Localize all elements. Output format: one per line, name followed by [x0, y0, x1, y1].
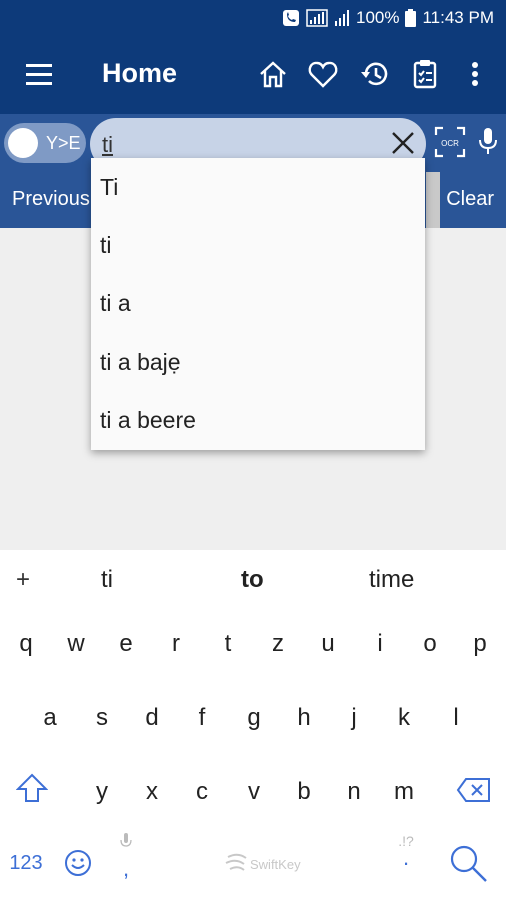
prediction-item[interactable]: ti — [101, 566, 113, 594]
period-key[interactable]: .!? . — [386, 832, 426, 870]
prediction-bar: + ti to time — [0, 550, 506, 612]
menu-button[interactable] — [22, 60, 58, 90]
key[interactable]: c — [182, 778, 222, 806]
key[interactable]: w — [56, 630, 96, 658]
key[interactable]: g — [234, 704, 274, 732]
toggle-knob — [8, 128, 38, 158]
key[interactable]: k — [384, 704, 424, 732]
page-title: Home — [102, 58, 178, 88]
more-vert-icon — [472, 62, 478, 86]
key[interactable]: b — [284, 778, 324, 806]
suggestion-item[interactable]: ti a beere — [91, 392, 425, 450]
ocr-button[interactable]: OCR — [434, 126, 466, 158]
nav-divider — [426, 172, 440, 228]
key[interactable]: t — [208, 630, 248, 658]
key[interactable]: n — [334, 778, 374, 806]
clipboard-button[interactable] — [407, 56, 443, 92]
previous-button[interactable]: Previous — [12, 188, 90, 211]
overflow-menu-button[interactable] — [457, 56, 493, 92]
clear-button[interactable]: Clear — [446, 188, 494, 211]
key[interactable]: j — [334, 704, 374, 732]
key[interactable]: y — [82, 778, 122, 806]
key[interactable]: q — [6, 630, 46, 658]
voice-input-button[interactable] — [476, 126, 500, 158]
key[interactable]: l — [436, 704, 476, 732]
clock: 11:43 PM — [422, 8, 494, 27]
key[interactable]: o — [410, 630, 450, 658]
home-button[interactable] — [255, 56, 291, 92]
battery-icon — [405, 9, 417, 27]
comma-key[interactable]: , — [106, 832, 146, 881]
space-key[interactable]: SwiftKey — [222, 850, 312, 878]
key[interactable]: z — [258, 630, 298, 658]
suggestion-item[interactable]: ti a — [91, 275, 425, 333]
ocr-scan-icon: OCR — [434, 126, 466, 158]
hamburger-icon — [26, 64, 52, 85]
ocr-label: OCR — [441, 139, 459, 148]
suggestions-dropdown: Ti ti ti a ti a bajẹ ti a beere — [91, 158, 425, 450]
close-icon — [392, 132, 414, 154]
search-key[interactable] — [446, 842, 490, 891]
battery-percent: 100% — [356, 8, 400, 27]
prediction-item[interactable]: time — [369, 566, 414, 594]
mic-hint-icon — [120, 833, 132, 847]
key[interactable]: s — [82, 704, 122, 732]
app-bar: Home — [0, 36, 506, 114]
key[interactable]: x — [132, 778, 172, 806]
cell-signal-icon — [334, 9, 350, 27]
period-label: . — [402, 845, 410, 870]
key[interactable]: p — [460, 630, 500, 658]
key[interactable]: h — [284, 704, 324, 732]
home-icon — [260, 61, 286, 88]
prediction-item[interactable]: to — [241, 566, 264, 594]
key[interactable]: d — [132, 704, 172, 732]
backspace-icon — [456, 778, 490, 802]
key[interactable]: m — [384, 778, 424, 806]
history-button[interactable] — [357, 56, 393, 92]
microphone-icon — [479, 128, 497, 154]
key[interactable]: i — [360, 630, 400, 658]
toggle-label: Y>E — [46, 132, 81, 153]
key[interactable]: r — [156, 630, 196, 658]
key[interactable]: a — [30, 704, 70, 732]
favorites-button[interactable] — [305, 56, 341, 92]
suggestion-item[interactable]: ti — [91, 216, 425, 274]
backspace-key[interactable] — [454, 776, 494, 811]
emoji-key[interactable] — [58, 848, 98, 885]
emoji-icon — [65, 850, 91, 876]
add-button[interactable]: + — [16, 566, 30, 594]
search-icon — [450, 845, 487, 882]
clipboard-icon — [413, 60, 437, 89]
status-bar: 100% 11:43 PM — [0, 0, 506, 36]
key[interactable]: e — [106, 630, 146, 658]
signal-icon — [306, 9, 328, 27]
comma-label: , — [122, 856, 130, 881]
suggestion-item[interactable]: Ti — [91, 158, 425, 216]
wifi-call-icon — [282, 9, 300, 27]
heart-icon — [308, 61, 338, 88]
key[interactable]: u — [308, 630, 348, 658]
key[interactable]: v — [234, 778, 274, 806]
key[interactable]: f — [182, 704, 222, 732]
suggestion-item[interactable]: ti a bajẹ — [91, 333, 425, 391]
search-input[interactable] — [102, 130, 372, 160]
numbers-key[interactable]: 123 — [4, 852, 48, 875]
swiftkey-logo: SwiftKey — [225, 853, 301, 872]
language-toggle[interactable]: Y>E — [4, 123, 86, 163]
keyboard: + ti to time q w e r t z u i o p a s d f… — [0, 550, 506, 900]
shift-key[interactable] — [12, 772, 52, 811]
brand-label: SwiftKey — [250, 857, 301, 872]
shift-icon — [15, 773, 49, 802]
clear-search-button[interactable] — [390, 130, 416, 156]
history-icon — [361, 62, 388, 86]
